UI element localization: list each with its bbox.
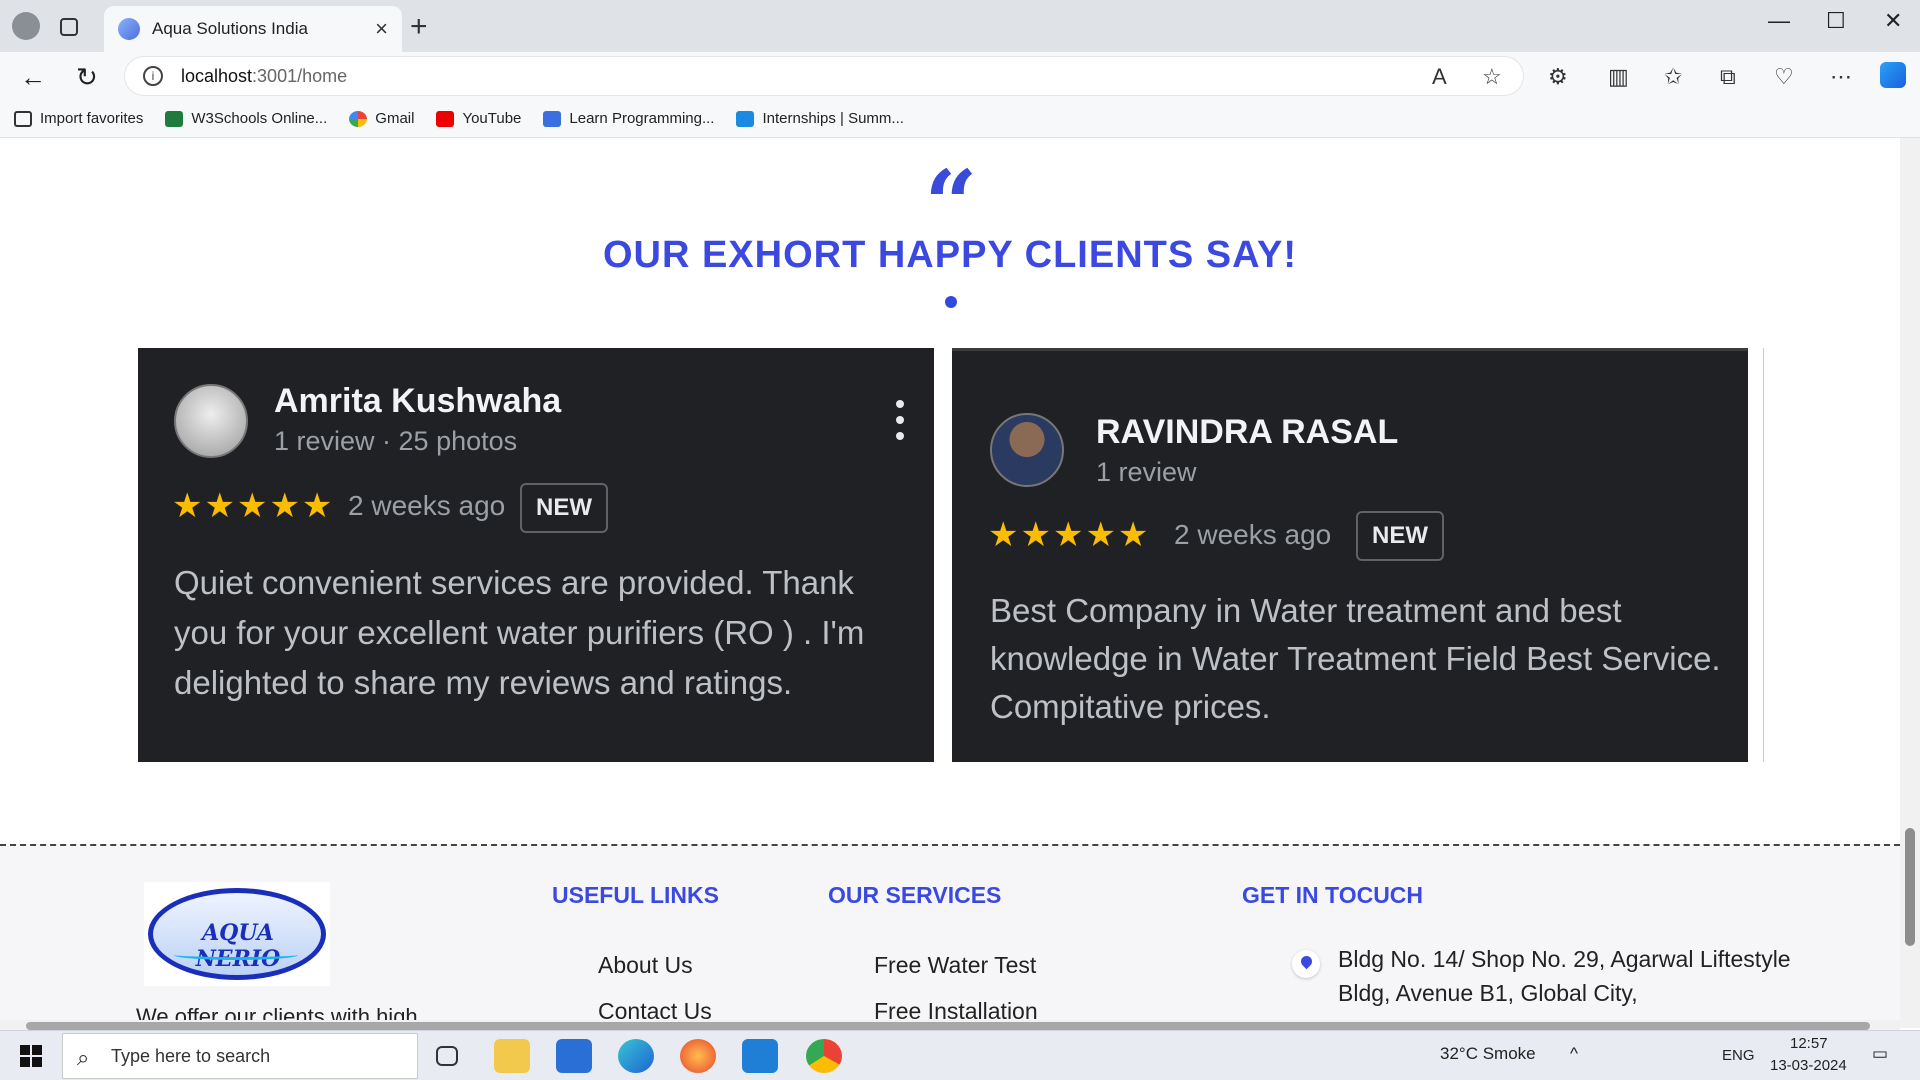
contact-title: GET IN TOCUCH — [1242, 882, 1424, 908]
page-content: “ OUR EXHORT HAPPY CLIENTS SAY! Amrita K… — [0, 138, 1900, 1028]
tab-actions-icon[interactable] — [60, 18, 78, 36]
contact-address: Bldg No. 14/ Shop No. 29, Agarwal Liftes… — [1338, 946, 1791, 1006]
site-footer: AQUA NERIO We offer our clients with hig… — [0, 844, 1900, 1028]
copilot-icon[interactable] — [1880, 62, 1906, 88]
notifications-icon[interactable]: ▭ — [1872, 1044, 1888, 1064]
useful-links-title: USEFUL LINKS — [552, 882, 719, 908]
reviewer-meta: 1 review — [1096, 457, 1197, 487]
bookmarks-bar: Import favorites W3Schools Online... Gma… — [0, 100, 1920, 138]
performance-icon[interactable]: ♡ — [1774, 64, 1794, 90]
review-date: 2 weeks ago — [348, 490, 506, 521]
browser-tab[interactable]: Aqua Solutions India × — [104, 6, 402, 52]
new-tab-icon[interactable]: + — [410, 10, 428, 44]
url-host: localhost — [181, 65, 253, 86]
bookmark-gmail[interactable]: Gmail — [349, 110, 414, 127]
carousel-dot[interactable] — [945, 296, 957, 308]
mail-icon[interactable] — [556, 1039, 592, 1073]
vscode-icon[interactable] — [742, 1039, 778, 1073]
company-logo[interactable]: AQUA NERIO — [144, 882, 330, 986]
reload-icon[interactable]: ↻ — [76, 62, 98, 93]
start-menu-icon[interactable] — [20, 1045, 42, 1067]
bookmark-w3schools[interactable]: W3Schools Online... — [165, 110, 327, 127]
back-icon[interactable]: ← — [20, 62, 46, 93]
tray-chevron-icon[interactable]: ^ — [1570, 1044, 1578, 1064]
profile-icon[interactable] — [12, 12, 40, 40]
browser-titlebar: Aqua Solutions India × + — ☐ ✕ — [0, 0, 1920, 52]
reviewer-meta: 1 review · 25 photos — [274, 426, 518, 456]
star-rating: ★★★★★ — [172, 487, 335, 525]
search-placeholder: Type here to search — [111, 1045, 271, 1066]
bookmark-learn-programming[interactable]: Learn Programming... — [543, 110, 714, 127]
close-window-icon[interactable]: ✕ — [1884, 8, 1902, 34]
services-title: OUR SERVICES — [828, 882, 1002, 908]
more-options-icon[interactable] — [896, 400, 904, 440]
more-menu-icon[interactable]: ⋯ — [1830, 64, 1852, 90]
edge-icon[interactable] — [618, 1039, 654, 1073]
bookmark-youtube[interactable]: YouTube — [436, 110, 521, 127]
reviewer-avatar — [174, 384, 248, 458]
firefox-icon[interactable] — [680, 1039, 716, 1073]
taskbar-search[interactable]: ⌕ Type here to search — [62, 1033, 418, 1079]
star-rating: ★★★★★ — [988, 516, 1151, 554]
site-favicon-icon — [118, 18, 140, 40]
split-screen-icon[interactable]: ▥ — [1608, 64, 1629, 90]
clock-time[interactable]: 12:57 — [1790, 1035, 1828, 1052]
service-free-water-test[interactable]: Free Water Test — [874, 952, 1036, 979]
review-date: 2 weeks ago — [1174, 519, 1332, 550]
address-bar[interactable]: i localhost:3001/home — [124, 56, 1524, 96]
task-view-icon[interactable] — [436, 1046, 458, 1066]
bookmark-import-favorites[interactable]: Import favorites — [14, 110, 143, 127]
horizontal-scrollbar[interactable] — [0, 1020, 1900, 1030]
language-indicator[interactable]: ENG — [1722, 1047, 1755, 1064]
maximize-icon[interactable]: ☐ — [1826, 8, 1846, 34]
footer-link-about[interactable]: About Us — [598, 952, 693, 979]
url-path: :3001/home — [252, 65, 348, 86]
extensions-icon[interactable]: ⚙ — [1548, 64, 1568, 90]
weather-widget[interactable]: 32°C Smoke — [1440, 1044, 1536, 1064]
favorites-icon[interactable]: ✩ — [1664, 64, 1682, 90]
favorite-star-icon[interactable]: ☆ — [1482, 64, 1502, 90]
review-text: Best Company in Water treatment and best… — [990, 592, 1721, 725]
new-badge: NEW — [520, 483, 608, 533]
carousel-divider — [1763, 348, 1764, 762]
collections-icon[interactable]: ⧉ — [1720, 64, 1736, 90]
minimize-icon[interactable]: — — [1768, 8, 1790, 34]
clock-date[interactable]: 13-03-2024 — [1770, 1057, 1847, 1074]
chrome-icon[interactable] — [806, 1039, 842, 1073]
location-pin-icon — [1292, 950, 1320, 978]
read-aloud-icon[interactable]: A — [1432, 64, 1447, 90]
reviewer-name: Amrita Kushwaha — [274, 382, 562, 420]
review-card: Amrita Kushwaha 1 review · 25 photos ★★★… — [138, 348, 934, 762]
file-explorer-icon[interactable] — [494, 1039, 530, 1073]
search-icon: ⌕ — [77, 1045, 90, 1070]
windows-taskbar: ⌕ Type here to search 32°C Smoke ^ ENG 1… — [0, 1030, 1920, 1080]
bookmark-internships[interactable]: Internships | Summ... — [736, 110, 904, 127]
vertical-scrollbar[interactable] — [1900, 138, 1920, 1028]
tab-title: Aqua Solutions India — [152, 19, 308, 38]
close-tab-icon[interactable]: × — [375, 16, 388, 42]
address-toolbar: ← ↻ i localhost:3001/home A ☆ ⚙ ▥ ✩ ⧉ ♡ … — [0, 52, 1920, 100]
review-card: RAVINDRA RASAL 1 review ★★★★★ 2 weeks ag… — [952, 348, 1748, 762]
new-badge: NEW — [1356, 511, 1444, 561]
reviewer-name: RAVINDRA RASAL — [1096, 413, 1399, 451]
reviewer-avatar — [990, 413, 1064, 487]
testimonials-heading: OUR EXHORT HAPPY CLIENTS SAY! — [602, 234, 1298, 276]
review-text: Quiet convenient services are provided. … — [174, 564, 865, 701]
site-info-icon[interactable]: i — [143, 66, 163, 86]
